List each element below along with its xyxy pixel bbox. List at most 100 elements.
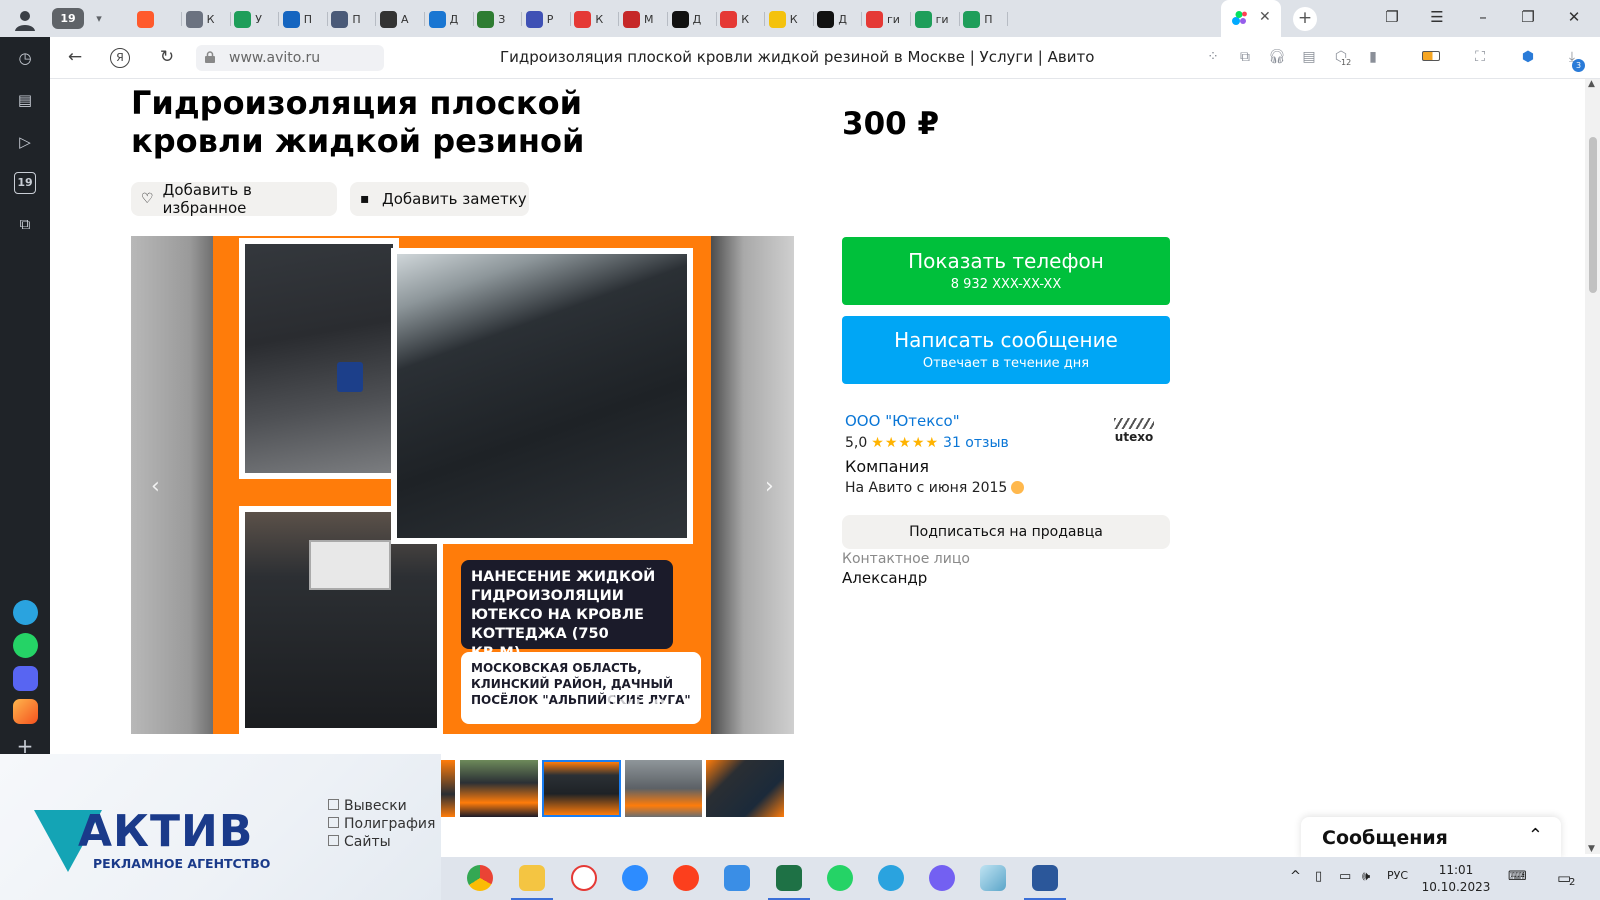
seller-rating: 5,0 ★★★★★ 31 отзыв bbox=[845, 435, 1009, 451]
scroll-down-icon[interactable]: ▼ bbox=[1588, 844, 1595, 854]
gallery-next-icon[interactable]: › bbox=[765, 474, 774, 499]
browser-tab[interactable]: К bbox=[185, 8, 222, 30]
ad-banner[interactable]: АКТИВ РЕКЛАМНОЕ АГЕНТСТВО Вывески Полигр… bbox=[0, 754, 441, 900]
chevron-up-icon[interactable]: ⌃ bbox=[1528, 825, 1543, 846]
seller-logo[interactable]: utexo bbox=[1114, 418, 1154, 443]
tab-favicon-icon bbox=[768, 10, 786, 28]
yandex-browser-icon[interactable] bbox=[571, 865, 597, 891]
browser-tab[interactable]: П bbox=[282, 8, 319, 30]
browser-tab[interactable]: К bbox=[768, 8, 805, 30]
discord-icon[interactable] bbox=[13, 666, 38, 691]
apps-grid-icon[interactable]: ⁘ bbox=[1203, 47, 1223, 67]
collections-icon[interactable]: ❐ bbox=[1381, 8, 1403, 26]
extension-icon[interactable]: ⬢ bbox=[1518, 47, 1538, 67]
browser-tab[interactable]: М bbox=[623, 8, 659, 30]
menu-icon[interactable]: ☰ bbox=[1426, 8, 1448, 26]
scrollbar-thumb[interactable] bbox=[1589, 137, 1597, 293]
browser-tab[interactable]: П bbox=[331, 8, 367, 30]
keyboard-icon[interactable]: ⌨ bbox=[1508, 869, 1527, 884]
profile-icon[interactable] bbox=[12, 9, 38, 31]
zoom-icon[interactable] bbox=[622, 865, 648, 891]
bookmark-icon[interactable]: ▮ bbox=[1363, 47, 1383, 67]
browser-tab[interactable]: ги bbox=[866, 8, 902, 30]
screenshot-icon[interactable]: ⧉ bbox=[14, 213, 36, 235]
close-tab-icon[interactable]: ✕ bbox=[1259, 9, 1271, 25]
gallery-thumbnail[interactable] bbox=[706, 760, 784, 817]
reload-icon[interactable]: ↻ bbox=[156, 47, 178, 67]
gallery-thumbnail[interactable] bbox=[625, 760, 702, 817]
page-scrollbar[interactable]: ▲ ▼ bbox=[1585, 79, 1600, 854]
volume-icon[interactable]: 🕪︎ bbox=[1362, 869, 1370, 884]
tab-title: М bbox=[644, 12, 654, 26]
logo-text: utexo bbox=[1114, 430, 1154, 444]
browser-tab[interactable]: К bbox=[574, 8, 610, 30]
browser-tab[interactable]: Д bbox=[817, 8, 853, 30]
tab-avito-active[interactable]: ✕ bbox=[1221, 0, 1281, 37]
mail-icon[interactable] bbox=[724, 865, 750, 891]
avito-favicon-icon bbox=[1232, 11, 1247, 25]
subscribe-seller-button[interactable]: Подписаться на продавца bbox=[842, 515, 1170, 549]
history-icon[interactable]: ◷ bbox=[14, 47, 36, 69]
browser-tab[interactable]: Р bbox=[525, 8, 562, 30]
minimize-icon[interactable]: – bbox=[1472, 8, 1494, 26]
seller-name-link[interactable]: ООО "Ютексо" bbox=[845, 412, 960, 430]
write-message-button[interactable]: Написать сообщение Отвечает в течение дн… bbox=[842, 316, 1170, 384]
telegram-taskbar-icon[interactable] bbox=[878, 865, 904, 891]
gallery-thumbnail[interactable] bbox=[441, 760, 455, 817]
viber-icon[interactable] bbox=[929, 865, 955, 891]
photo-gallery[interactable]: НАНЕСЕНИЕ ЖИДКОЙ ГИДРОИЗОЛЯЦИИ ЮТЕКСО НА… bbox=[131, 236, 794, 734]
word-icon[interactable] bbox=[1024, 865, 1066, 900]
system-clock[interactable]: 11:01 10.10.2023 bbox=[1421, 862, 1491, 896]
new-tab-button[interactable]: + bbox=[1293, 7, 1317, 31]
excel-icon[interactable] bbox=[768, 865, 810, 900]
add-note-button[interactable]: ▪ Добавить заметку bbox=[350, 182, 529, 216]
calendar-icon[interactable]: 19 bbox=[14, 172, 36, 194]
scroll-up-icon[interactable]: ▲ bbox=[1588, 79, 1595, 89]
gallery-prev-icon[interactable]: ‹ bbox=[151, 474, 160, 499]
yandex-home-icon[interactable]: Я bbox=[110, 48, 130, 68]
network-device-icon[interactable]: ▯ bbox=[1315, 869, 1322, 884]
tab-separator bbox=[715, 12, 717, 26]
whatsapp-icon[interactable] bbox=[13, 633, 38, 658]
add-favorite-button[interactable]: ♡ Добавить в избранное bbox=[131, 181, 337, 217]
notes-app-icon[interactable] bbox=[980, 865, 1006, 891]
heart-icon: ♡ bbox=[141, 191, 154, 207]
file-explorer-icon[interactable] bbox=[511, 865, 553, 900]
tabs-icon[interactable]: ⧉ bbox=[1235, 47, 1255, 67]
language-indicator[interactable]: РУС bbox=[1387, 869, 1408, 882]
mail-app-icon[interactable] bbox=[13, 699, 38, 724]
reviews-link[interactable]: 31 отзыв bbox=[943, 435, 1009, 451]
tab-list-chevron-icon[interactable]: ▾ bbox=[89, 8, 109, 29]
restore-icon[interactable]: ❐ bbox=[1517, 8, 1539, 26]
battery-icon[interactable]: ▭ bbox=[1339, 869, 1351, 884]
window-close-icon[interactable]: ✕ bbox=[1563, 8, 1585, 26]
gallery-thumbnail[interactable] bbox=[460, 760, 538, 817]
collections-sidebar-icon[interactable]: ▤ bbox=[14, 89, 36, 111]
gallery-thumbnail-selected[interactable] bbox=[542, 760, 621, 817]
chrome-icon[interactable] bbox=[467, 865, 493, 891]
browser-tab[interactable]: Д bbox=[428, 8, 465, 30]
url-field[interactable]: www.avito.ru bbox=[196, 45, 384, 71]
browser-tab[interactable]: П bbox=[963, 8, 999, 30]
browser-tab[interactable]: Д bbox=[671, 8, 708, 30]
reader-mode-icon[interactable]: ▤ bbox=[1299, 47, 1319, 67]
telegram-icon[interactable] bbox=[13, 600, 38, 625]
messages-panel[interactable]: Сообщения ⌃ bbox=[1301, 817, 1561, 859]
browser-tab[interactable]: К bbox=[720, 8, 756, 30]
show-phone-button[interactable]: Показать телефон 8 932 XXX-XX-XX bbox=[842, 237, 1170, 305]
whatsapp-taskbar-icon[interactable] bbox=[827, 865, 853, 891]
back-icon[interactable]: ← bbox=[64, 47, 86, 67]
browser-tab[interactable]: ги bbox=[914, 8, 951, 30]
windows-taskbar: ^ ▯ ▭ 🕪︎ РУС 11:01 10.10.2023 ⌨ ▭ 2 bbox=[441, 857, 1600, 900]
browser-tab[interactable]: А bbox=[380, 8, 416, 30]
video-icon[interactable]: ▷ bbox=[14, 131, 36, 153]
browser-tab[interactable]: З bbox=[477, 8, 513, 30]
headphones-icon[interactable]: 🎧︎ bbox=[1267, 47, 1287, 67]
translate-icon[interactable]: ⛶ bbox=[1470, 47, 1490, 67]
tab-count-badge[interactable]: 19 bbox=[52, 8, 84, 29]
chevron-up-tray-icon[interactable]: ^ bbox=[1290, 869, 1301, 884]
battery-ext-icon[interactable] bbox=[1420, 47, 1442, 67]
browser-tab[interactable]: У bbox=[234, 8, 270, 30]
browser-tab[interactable] bbox=[137, 8, 173, 30]
yandex-icon[interactable] bbox=[673, 865, 699, 891]
